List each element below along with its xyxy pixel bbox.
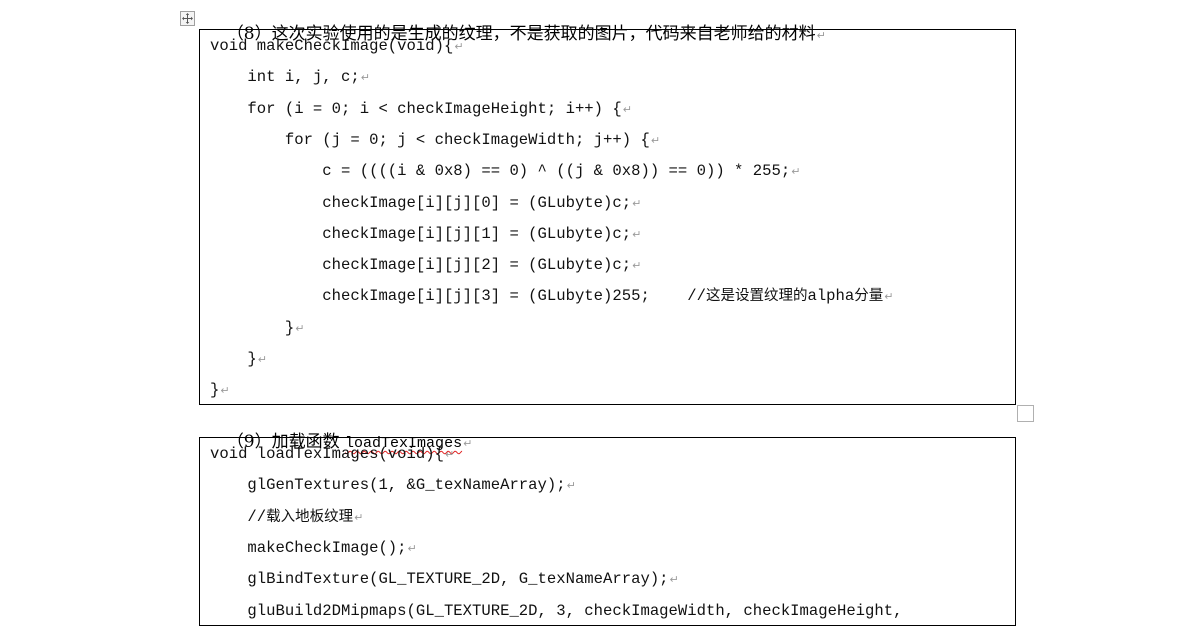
code-text: c = ((((i & 0x8) == 0) ^ ((j & 0x8)) == … xyxy=(210,162,791,181)
paragraph-mark: ↵ xyxy=(632,227,642,241)
code-line: glGenTextures(1, &G_texNameArray);↵ xyxy=(210,475,576,495)
code-line: int i, j, c;↵ xyxy=(210,67,370,87)
code-line: //载入地板纹理↵ xyxy=(210,507,363,527)
code-line: checkImage[i][j][2] = (GLubyte)c;↵ xyxy=(210,255,641,275)
code-text: } xyxy=(210,350,257,368)
code-line: c = ((((i & 0x8) == 0) ^ ((j & 0x8)) == … xyxy=(210,161,800,181)
code-line: void loadTexImages(void){↵ xyxy=(210,444,454,464)
code-comment-cjk: 分量 xyxy=(854,288,884,305)
code-line: makeCheckImage();↵ xyxy=(210,538,417,558)
code-text: checkImage[i][j][1] = (GLubyte)c; xyxy=(210,224,632,243)
code-line: }↵ xyxy=(210,349,267,369)
code-text: } xyxy=(210,318,295,337)
paragraph-mark: ↵ xyxy=(669,573,679,587)
paragraph-mark: ↵ xyxy=(295,321,305,335)
code-line: for (i = 0; i < checkImageHeight; i++) {… xyxy=(210,99,632,119)
code-text: checkImage[i][j][0] = (GLubyte)c; xyxy=(210,193,632,212)
code-line: for (j = 0; j < checkImageWidth; j++) {↵ xyxy=(210,130,660,150)
code-text: // xyxy=(210,507,267,526)
paragraph-mark: ↵ xyxy=(220,384,230,398)
paragraph-mark: ↵ xyxy=(407,541,417,555)
paragraph-mark: ↵ xyxy=(632,196,642,210)
paragraph-mark: ↵ xyxy=(360,71,370,85)
paragraph-mark: ↵ xyxy=(791,165,801,179)
code-line: checkImage[i][j][0] = (GLubyte)c;↵ xyxy=(210,193,641,213)
code-box-load-tex-images: void loadTexImages(void){↵ glGenTextures… xyxy=(199,437,1016,626)
code-text: gluBuild2DMipmaps(GL_TEXTURE_2D, 3, chec… xyxy=(210,601,903,620)
paragraph-mark: ↵ xyxy=(884,290,894,304)
code-comment-cjk: 载入地板纹理 xyxy=(266,508,354,525)
code-box-make-check-image: void makeCheckImage(void){↵ int i, j, c;… xyxy=(199,29,1016,405)
code-text: checkImage[i][j][3] = (GLubyte)255; // xyxy=(210,287,706,306)
code-text: glBindTexture(GL_TEXTURE_2D, G_texNameAr… xyxy=(210,570,669,589)
code-line: gluBuild2DMipmaps(GL_TEXTURE_2D, 3, chec… xyxy=(210,601,902,621)
table-move-handle[interactable] xyxy=(180,11,195,26)
paragraph-mark: ↵ xyxy=(454,40,464,53)
code-text: void loadTexImages(void){ xyxy=(210,445,444,463)
table-resize-handle[interactable] xyxy=(1017,405,1034,422)
paragraph-mark: ↵ xyxy=(566,479,576,493)
code-line: void makeCheckImage(void){↵ xyxy=(210,36,464,56)
code-text: glGenTextures(1, &G_texNameArray); xyxy=(210,476,566,495)
paragraph-mark: ↵ xyxy=(622,102,632,116)
code-line: checkImage[i][j][1] = (GLubyte)c;↵ xyxy=(210,224,641,244)
code-line: }↵ xyxy=(210,318,305,338)
code-text: alpha xyxy=(807,287,855,306)
code-text: makeCheckImage(); xyxy=(210,538,407,557)
paragraph-mark: ↵ xyxy=(354,510,364,524)
code-text: int i, j, c; xyxy=(210,68,360,87)
paragraph-mark: ↵ xyxy=(257,353,268,366)
code-line: }↵ xyxy=(210,380,230,400)
code-comment-cjk: 这是设置纹理的 xyxy=(705,288,808,305)
code-line: glBindTexture(GL_TEXTURE_2D, G_texNameAr… xyxy=(210,569,679,589)
paragraph-mark: ↵ xyxy=(650,133,661,147)
code-text: checkImage[i][j][2] = (GLubyte)c; xyxy=(210,256,632,275)
move-arrows-icon xyxy=(182,9,193,28)
paragraph-mark: ↵ xyxy=(632,259,642,273)
code-line: checkImage[i][j][3] = (GLubyte)255; //这是… xyxy=(210,286,893,306)
code-text: for (i = 0; i < checkImageHeight; i++) { xyxy=(210,99,622,118)
code-text: void makeCheckImage(void){ xyxy=(210,37,454,55)
paragraph-mark: ↵ xyxy=(444,448,455,461)
code-text: for (j = 0; j < checkImageWidth; j++) { xyxy=(210,130,650,149)
code-text: } xyxy=(210,381,220,400)
